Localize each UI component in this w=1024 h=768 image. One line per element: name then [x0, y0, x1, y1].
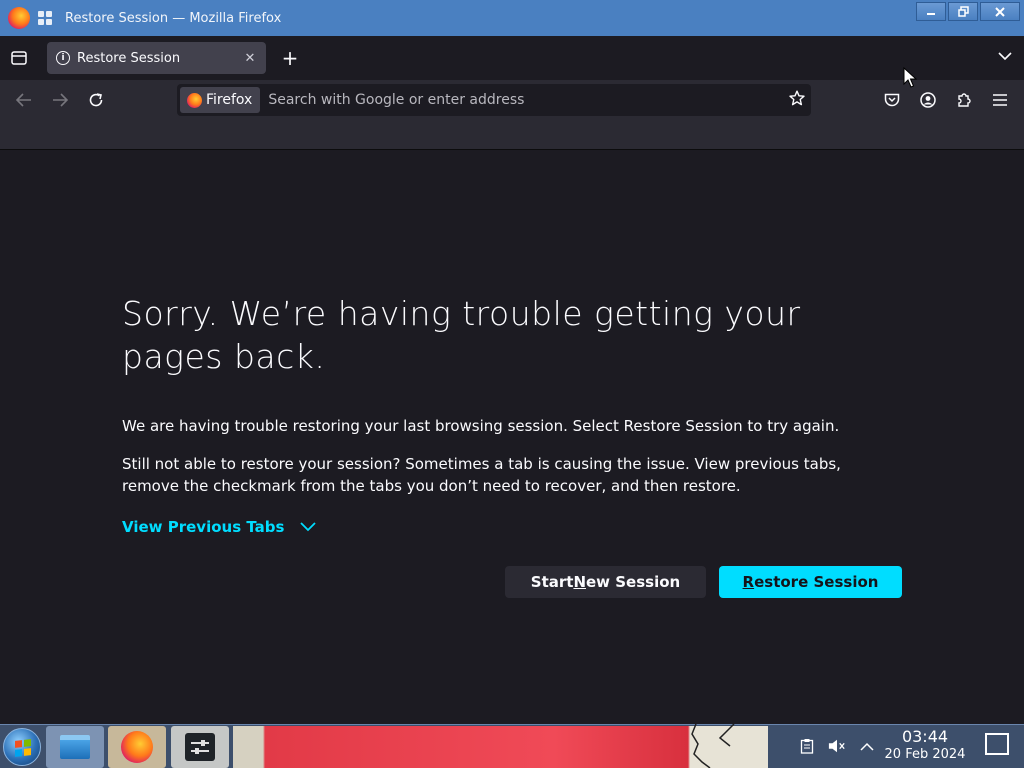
window-title: Restore Session — Mozilla Firefox — [65, 10, 282, 26]
url-bar[interactable]: Firefox — [177, 84, 811, 116]
taskbar-clock[interactable]: 03:44 20 Feb 2024 — [880, 728, 970, 763]
start-new-label-suffix: ew Session — [586, 573, 681, 591]
puzzle-icon — [958, 93, 971, 107]
start-new-session-button[interactable]: Start New Session — [505, 566, 706, 598]
help-text: Still not able to restore your session? … — [122, 455, 841, 495]
identity-label: Firefox — [206, 92, 253, 108]
clock-date: 20 Feb 2024 — [884, 747, 966, 762]
back-arrow-icon — [16, 93, 31, 107]
reload-button[interactable] — [84, 88, 108, 112]
close-icon — [995, 6, 1005, 17]
view-previous-tabs-label: View Previous Tabs — [122, 518, 285, 536]
navigation-toolbar: Firefox — [0, 80, 1024, 120]
new-tab-button[interactable]: + — [279, 46, 301, 70]
window-controls — [916, 2, 1020, 21]
reload-icon — [89, 93, 103, 107]
account-icon — [920, 92, 936, 108]
start-menu-button[interactable] — [3, 728, 41, 766]
pocket-button[interactable] — [880, 88, 904, 112]
restore-session-button[interactable]: Restore Session — [719, 566, 902, 598]
restore-accesskey: R — [742, 573, 755, 591]
account-button[interactable] — [916, 88, 940, 112]
forward-arrow-icon — [53, 93, 68, 107]
windows-logo-icon — [15, 739, 31, 757]
restore-label-suffix: estore Session — [754, 573, 879, 591]
maximize-icon — [957, 6, 969, 17]
tray-expand-chevron-up-icon[interactable] — [858, 737, 876, 755]
clock-time: 03:44 — [901, 727, 949, 746]
settings-sliders-icon — [185, 733, 215, 761]
bookmark-star-icon[interactable] — [789, 90, 805, 111]
app-menu-button[interactable] — [988, 88, 1012, 112]
url-input[interactable] — [268, 92, 789, 108]
show-desktop-button[interactable] — [985, 733, 1009, 755]
pocket-icon — [884, 93, 900, 107]
chevron-down-icon — [298, 517, 318, 537]
app-grid-icon[interactable] — [38, 11, 52, 25]
page-title: Sorry. We’re having trouble getting your… — [122, 294, 801, 376]
tab-label: Restore Session — [77, 50, 181, 66]
extensions-button[interactable] — [952, 88, 976, 112]
bookmarks-toolbar — [0, 120, 1024, 150]
chevron-down-icon — [998, 52, 1012, 61]
start-new-accesskey: N — [573, 573, 586, 591]
taskbar-firefox[interactable] — [108, 726, 166, 768]
volume-muted-icon[interactable] — [828, 737, 846, 755]
window-titlebar: Restore Session — Mozilla Firefox — [0, 0, 1024, 36]
start-new-label-prefix: Start — [530, 573, 574, 591]
clipboard-icon[interactable] — [798, 737, 816, 755]
firefox-logo-icon — [121, 731, 153, 763]
folder-icon — [60, 735, 90, 759]
list-all-tabs-button[interactable] — [998, 50, 1012, 64]
wallpaper-decoration — [691, 724, 735, 768]
forward-button[interactable] — [48, 88, 72, 112]
description-text: We are having trouble restoring your las… — [122, 417, 840, 435]
page-content: Sorry. We’re having trouble getting your… — [0, 150, 1024, 724]
tab-strip: i Restore Session ✕ + — [0, 36, 1024, 80]
identity-box[interactable]: Firefox — [180, 87, 261, 113]
system-tray — [790, 724, 876, 768]
firefox-view-button[interactable] — [9, 48, 29, 68]
minimize-icon — [927, 12, 935, 15]
taskbar-settings[interactable] — [171, 726, 229, 768]
mouse-cursor-icon — [903, 67, 917, 88]
hamburger-menu-icon — [993, 94, 1007, 106]
tab-restore-session[interactable]: i Restore Session ✕ — [47, 42, 266, 74]
view-previous-tabs-toggle[interactable]: View Previous Tabs — [122, 517, 318, 537]
back-button[interactable] — [12, 88, 36, 112]
firefox-logo-icon — [187, 92, 202, 108]
maximize-button[interactable] — [948, 2, 978, 21]
desktop-wallpaper-strip — [233, 726, 768, 768]
info-icon: i — [56, 51, 70, 65]
close-button[interactable] — [980, 2, 1020, 21]
minimize-button[interactable] — [916, 2, 946, 21]
firefox-view-icon — [11, 51, 27, 65]
tab-close-icon[interactable]: ✕ — [242, 50, 258, 66]
firefox-logo-icon — [8, 7, 30, 29]
taskbar-file-manager[interactable] — [46, 726, 104, 768]
